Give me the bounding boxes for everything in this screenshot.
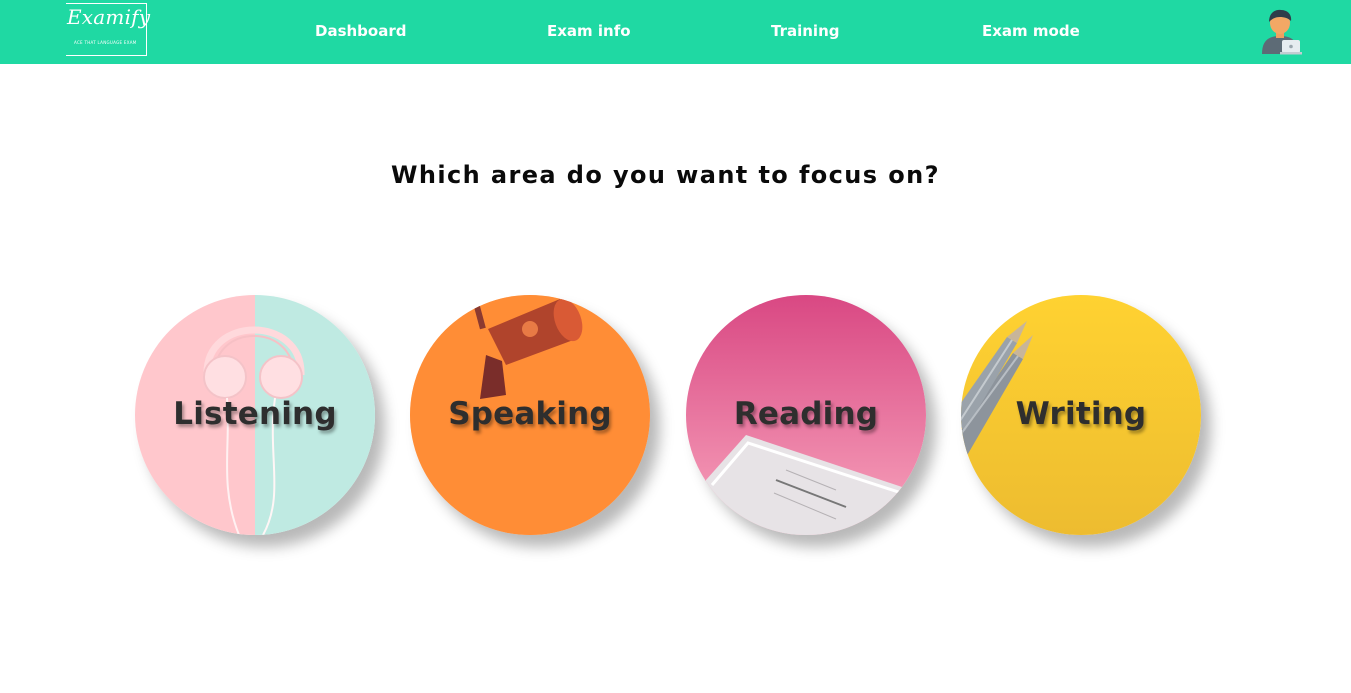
logo-text: Examify: [67, 5, 151, 29]
page-heading: Which area do you want to focus on?: [391, 161, 940, 189]
nav-exam-mode[interactable]: Exam mode: [982, 22, 1080, 40]
nav-training[interactable]: Training: [771, 22, 839, 40]
reading-label: Reading: [733, 396, 879, 432]
nav-exam-info[interactable]: Exam info: [547, 22, 631, 40]
listening-label: Listening: [173, 396, 337, 432]
speaking-label: Speaking: [448, 396, 612, 432]
logo-tagline: ACE THAT LANGUAGE EXAM: [74, 40, 137, 45]
writing-label: Writing: [1015, 396, 1147, 432]
top-navbar: Examify ACE THAT LANGUAGE EXAM Dashboard…: [0, 0, 1351, 64]
reading-card[interactable]: Reading: [686, 295, 926, 535]
examify-logo[interactable]: Examify ACE THAT LANGUAGE EXAM: [64, 3, 151, 56]
writing-card[interactable]: Writing: [961, 295, 1201, 535]
nav-dashboard[interactable]: Dashboard: [315, 22, 406, 40]
speaking-card[interactable]: Speaking: [410, 295, 650, 535]
listening-card[interactable]: Listening: [135, 295, 375, 535]
user-avatar-icon[interactable]: [1258, 8, 1302, 56]
